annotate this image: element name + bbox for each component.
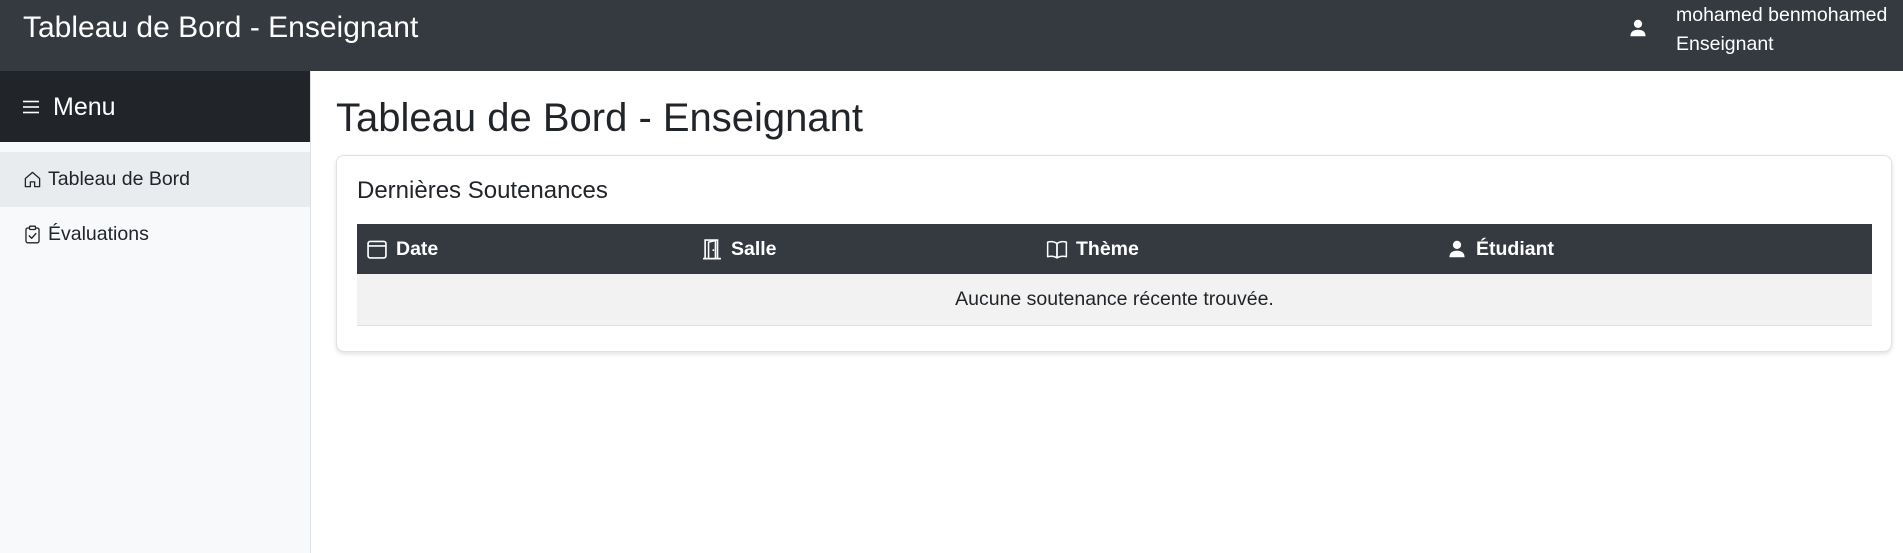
top-navbar: Tableau de Bord - Enseignant mohamed ben… [0, 0, 1903, 71]
door-icon [703, 239, 721, 260]
app-title: Tableau de Bord - Enseignant [23, 11, 419, 44]
sidebar-nav: Tableau de Bord Évaluations [0, 152, 310, 262]
user-icon [1449, 240, 1465, 258]
column-header-etudiant: Étudiant [1437, 224, 1872, 274]
latest-defenses-card: Dernières Soutenances Date Salle Thème É… [336, 155, 1892, 352]
sidebar-item-tableau-de-bord[interactable]: Tableau de Bord [0, 152, 310, 207]
clipboard-check-icon [25, 225, 40, 244]
menu-title: Menu [53, 92, 116, 121]
empty-message: Aucune soutenance récente trouvée. [357, 274, 1872, 326]
sidebar: Menu Tableau de Bord Évaluations [0, 71, 311, 553]
user-name: mohamed benmohamed [1676, 4, 1888, 26]
column-header-salle: Salle [692, 224, 1037, 274]
page-title: Tableau de Bord - Enseignant [336, 96, 864, 140]
card-title: Dernières Soutenances [357, 177, 608, 204]
user-info[interactable]: mohamed benmohamed Enseignant [1676, 1, 1887, 59]
column-label: Thème [1076, 237, 1139, 260]
user-icon [1630, 19, 1646, 37]
sidebar-item-label: Tableau de Bord [48, 168, 191, 190]
hamburger-icon[interactable] [21, 97, 41, 117]
home-icon [24, 171, 41, 188]
book-icon [1046, 240, 1068, 259]
sidebar-header: Menu [0, 71, 310, 142]
column-header-theme: Thème [1037, 224, 1437, 274]
table-row: Aucune soutenance récente trouvée. [357, 274, 1872, 326]
column-label: Date [396, 237, 439, 260]
defenses-table: Date Salle Thème Étudiant Aucune soutena… [357, 224, 1872, 326]
calendar-icon [367, 240, 387, 259]
column-header-date: Date [357, 224, 692, 274]
sidebar-item-evaluations[interactable]: Évaluations [0, 207, 310, 262]
sidebar-item-label: Évaluations [48, 223, 149, 245]
table-header-row: Date Salle Thème Étudiant [357, 224, 1872, 274]
column-label: Salle [731, 237, 777, 260]
user-role: Enseignant [1676, 33, 1774, 55]
column-label: Étudiant [1476, 237, 1554, 260]
